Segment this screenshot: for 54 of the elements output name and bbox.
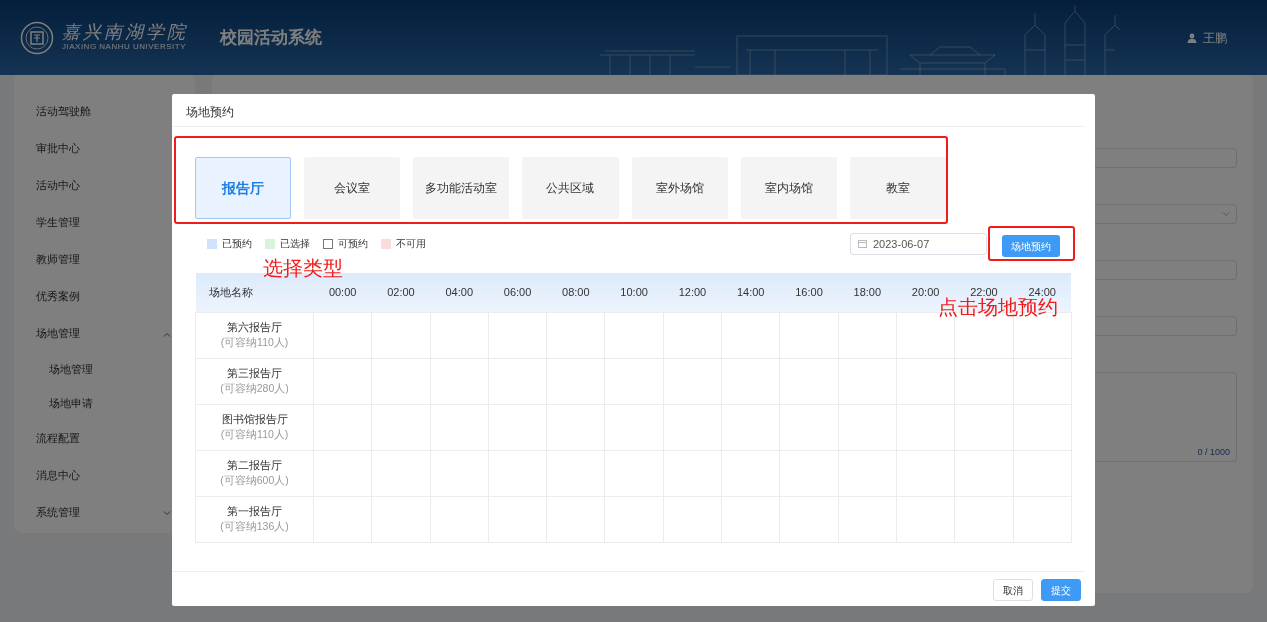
legend-label: 可预约 [338,237,368,251]
annotation-text: 点击场地预约 [938,297,1058,317]
venue-capacity: (可容纳136人) [219,519,290,535]
submit-button[interactable]: 提交 [1041,579,1081,601]
time-label: 18:00 [853,286,882,298]
legend-label: 已预约 [222,237,252,251]
time-label: 04:00 [445,286,473,298]
emblem-icon [20,20,54,55]
annotation-text: 选择类型 [263,258,343,278]
venue-capacity: (可容纳280人) [219,381,290,397]
character-counter: 0 / 1000 [1197,445,1230,459]
venue-type-tab[interactable]: 室内场馆 [740,157,837,219]
time-label: 14:00 [736,286,765,298]
app-title: 校园活动系统 [220,26,322,49]
time-label: 22:00 [970,286,998,298]
venue-type-tab[interactable]: 公共区域 [522,157,619,219]
date-field[interactable]: 2023-06-07 [850,232,987,255]
legend-label: 不可用 [396,237,426,251]
logo-subtitle: JIAXING NANHU UNIVERSITY [62,41,187,54]
time-label: 24:00 [1028,286,1056,298]
sidebar-item[interactable]: 场地管理 [36,325,80,342]
time-label: 00:00 [328,286,357,298]
venue-type-tab[interactable]: 室外场馆 [631,157,728,219]
time-label: 02:00 [387,286,415,298]
logo-text: 嘉兴南湖学院 [62,21,188,42]
chevron-icon[interactable] [163,331,171,337]
legend-label: 已选择 [280,237,310,251]
column-header: 场地名称 [208,286,253,298]
time-label: 20:00 [911,286,940,298]
calendar-icon [858,238,867,248]
venue-type-tab[interactable]: 会议室 [304,157,401,219]
venue-type-tab[interactable]: 教室 [849,157,946,219]
venue-name: 第三报告厅 [226,365,283,381]
venue-name: 第二报告厅 [226,457,283,473]
book-venue-button[interactable]: 场地预约 [1002,235,1060,257]
venue-capacity: (可容纳600人) [219,473,290,489]
venue-name: 图书馆报告厅 [220,411,289,427]
user-icon[interactable] [1187,33,1197,44]
time-label: 12:00 [678,286,707,298]
venue-name: 第一报告厅 [226,503,283,519]
chevron-icon[interactable] [163,510,171,516]
venue-type-tab[interactable]: 多功能活动室 [413,157,510,219]
time-label: 16:00 [795,286,823,298]
time-label: 10:00 [620,286,648,298]
venue-capacity: (可容纳110人) [219,427,290,443]
time-label: 06:00 [503,286,532,298]
cancel-button[interactable]: 取消 [993,579,1033,601]
time-label: 08:00 [562,286,590,298]
sidebar-item[interactable]: 系统管理 [36,504,80,521]
user-name[interactable]: 王鹏 [1203,28,1227,47]
venue-type-tab[interactable]: 报告厅 [195,157,292,219]
modal-title: 场地预约 [172,94,1085,127]
venue-name: 第六报告厅 [226,319,283,335]
venue-capacity: (可容纳110人) [219,335,290,351]
